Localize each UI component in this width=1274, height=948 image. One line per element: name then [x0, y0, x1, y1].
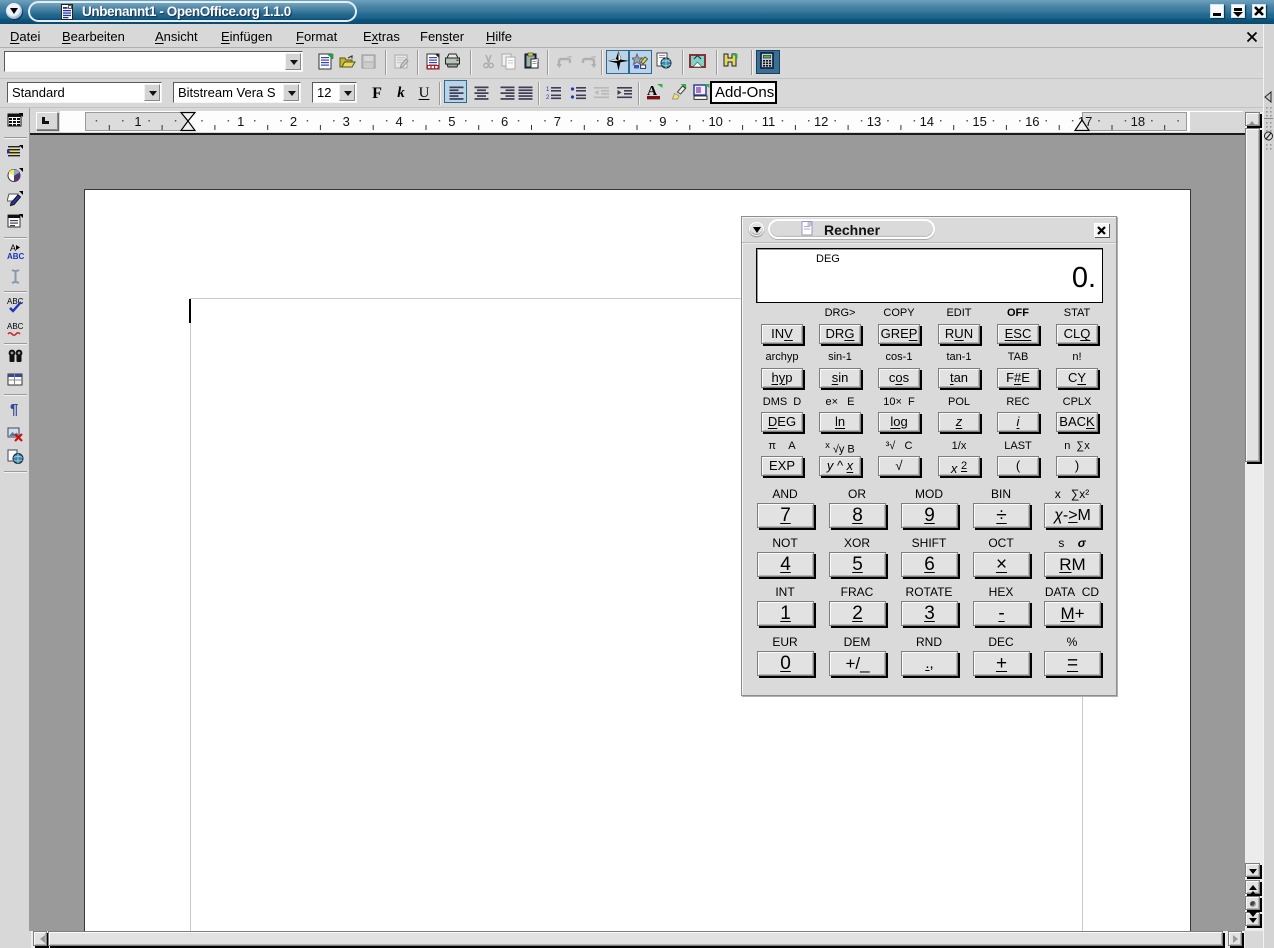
svg-text:12: 12 — [814, 114, 828, 129]
svg-text:3: 3 — [343, 114, 350, 129]
svg-text:11: 11 — [762, 114, 776, 129]
svg-text:1: 1 — [546, 87, 550, 93]
svg-text:9: 9 — [659, 114, 666, 129]
svg-text:ABC: ABC — [7, 322, 24, 331]
svg-text:13: 13 — [867, 114, 881, 129]
svg-text:18: 18 — [1131, 114, 1145, 129]
svg-text:ABC: ABC — [7, 297, 24, 306]
svg-text:2: 2 — [290, 114, 297, 129]
svg-text:2: 2 — [546, 95, 550, 101]
svg-text:¶: ¶ — [10, 401, 18, 417]
svg-text:1: 1 — [237, 114, 244, 129]
svg-text:1: 1 — [134, 114, 141, 129]
svg-text:10: 10 — [708, 114, 722, 129]
svg-text:16: 16 — [1025, 114, 1039, 129]
svg-text:6: 6 — [501, 114, 508, 129]
svg-text:15: 15 — [972, 114, 986, 129]
svg-text:8: 8 — [607, 114, 614, 129]
svg-text:ABC: ABC — [7, 252, 24, 261]
svg-text:7: 7 — [554, 114, 561, 129]
svg-text:5: 5 — [448, 114, 455, 129]
svg-text:14: 14 — [920, 114, 934, 129]
svg-text:4: 4 — [395, 114, 402, 129]
